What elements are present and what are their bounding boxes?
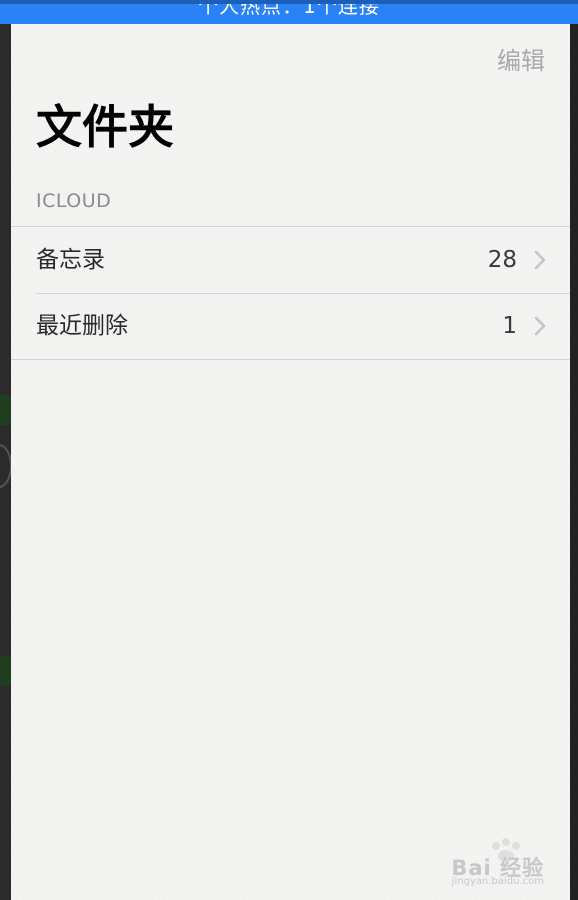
folder-list: 备忘录 28 最近删除 1 [11, 226, 570, 360]
folders-panel: 编辑 文件夹 ICLOUD 备忘录 28 最近删除 1 [11, 24, 570, 900]
folder-name: 备忘录 [36, 247, 105, 273]
folder-count: 28 [487, 247, 517, 273]
hotspot-status-bar[interactable]: 个人热点：1个连接 [0, 0, 578, 24]
background-app-edge [570, 0, 578, 900]
folder-count: 1 [502, 313, 517, 339]
hotspot-status-text: 个人热点：1个连接 [198, 0, 380, 18]
background-app-element [0, 395, 11, 425]
section-header-icloud: ICLOUD [36, 190, 112, 212]
page-title: 文件夹 [36, 100, 174, 154]
chevron-right-icon [534, 316, 546, 336]
folder-row-notes[interactable]: 备忘录 28 [11, 227, 570, 293]
folder-name: 最近删除 [36, 313, 128, 339]
edit-button[interactable]: 编辑 [497, 41, 545, 76]
watermark-url: jingyan.baidu.com [451, 876, 544, 887]
chevron-right-icon [534, 250, 546, 270]
background-app-element [0, 656, 11, 686]
folder-row-recently-deleted[interactable]: 最近删除 1 [11, 293, 570, 359]
